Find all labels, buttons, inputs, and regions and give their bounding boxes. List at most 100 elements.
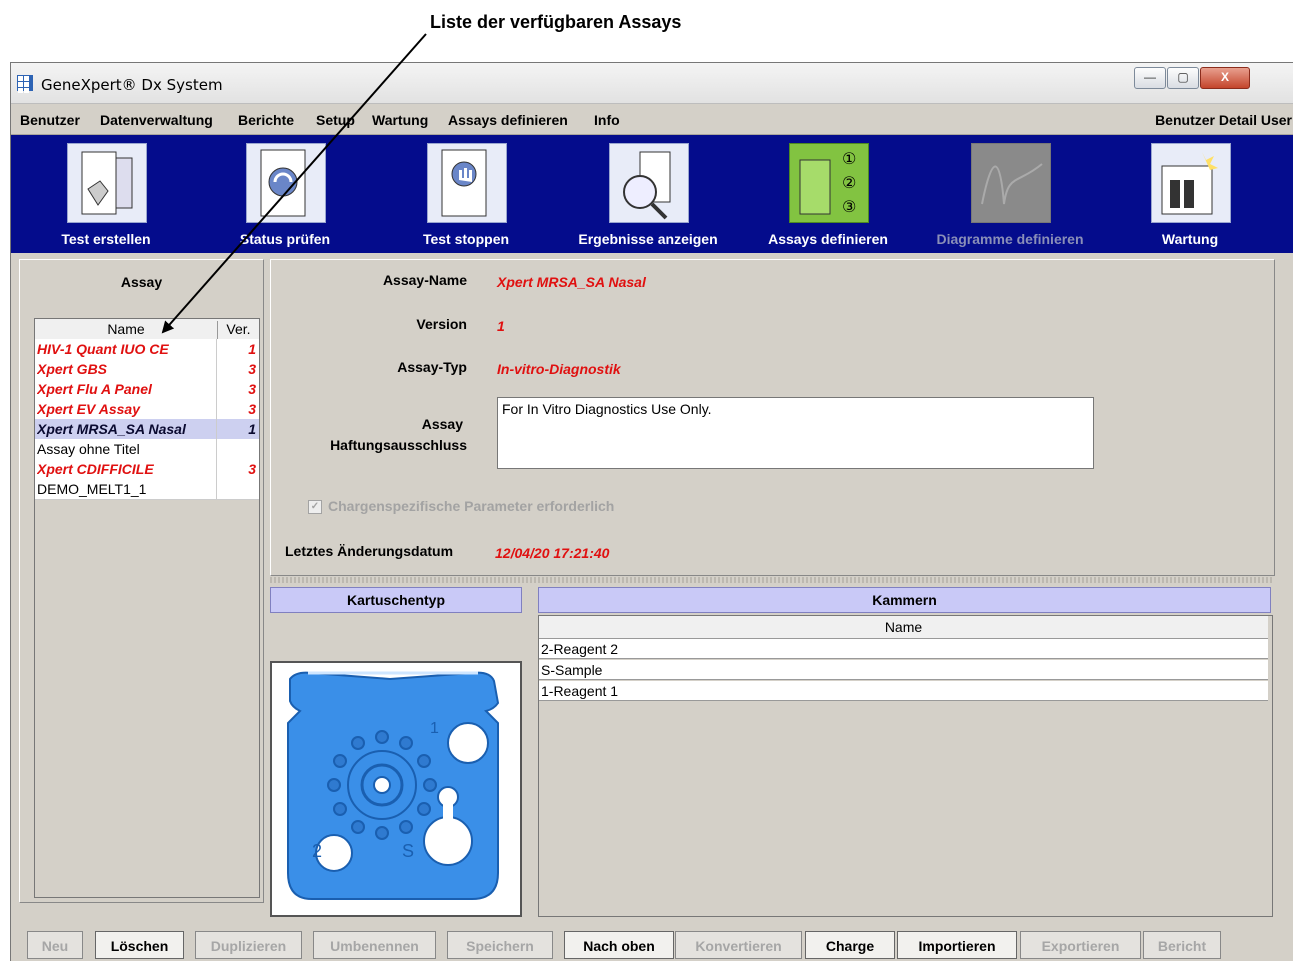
maintenance-icon (1151, 143, 1231, 223)
create-test-icon (67, 143, 147, 223)
disclaimer-textarea[interactable]: For In Vitro Diagnostics Use Only. (497, 397, 1094, 469)
version-label: Version (416, 316, 467, 332)
menu-wartung[interactable]: Wartung (372, 112, 428, 128)
assay-type-label: Assay-Typ (397, 359, 467, 375)
tool-ergebnisse-anzeigen[interactable]: Ergebnisse anzeigen (563, 135, 733, 253)
tool-label: Status prüfen (239, 231, 331, 247)
menu-info[interactable]: Info (594, 112, 620, 128)
column-header-version[interactable]: Ver. (218, 321, 259, 337)
convert-button[interactable]: Konvertieren (675, 931, 802, 959)
split-pane-divider[interactable] (270, 577, 1273, 583)
chambers-column-header[interactable]: Name (539, 616, 1268, 639)
column-header-name[interactable]: Name (35, 321, 218, 339)
batch-params-checkbox: ✓ (308, 500, 322, 515)
table-row[interactable]: S-Sample (539, 660, 1268, 680)
disclaimer-label-line2: Haftungsausschluss (330, 437, 467, 453)
tool-label: Assays definieren (768, 231, 888, 247)
tool-label: Test erstellen (61, 231, 151, 247)
define-charts-icon (971, 143, 1051, 223)
tool-assays-definieren[interactable]: ① ② ③ Assays definieren (743, 135, 913, 253)
move-up-button[interactable]: Nach oben (564, 931, 674, 959)
tool-test-stoppen[interactable]: Test stoppen (381, 135, 551, 253)
annotation-callout: Liste der verfügbaren Assays (430, 12, 682, 32)
batch-params-label: Chargenspezifische Parameter erforderlic… (328, 498, 615, 514)
menu-berichte[interactable]: Berichte (238, 112, 294, 128)
cartridge-type-header: Kartuschentyp (270, 587, 522, 613)
tool-label: Wartung (1161, 231, 1219, 247)
report-button[interactable]: Bericht (1143, 931, 1221, 959)
minimize-button[interactable]: — (1134, 67, 1166, 89)
app-window: GeneXpert® Dx System — ▢ X Benutzer Date… (10, 62, 1293, 961)
menu-benutzer[interactable]: Benutzer (20, 112, 80, 128)
assay-table[interactable]: Name Ver. HIV-1 Quant IUO CE 1 Xpert GBS 3… (34, 318, 260, 898)
delete-button[interactable]: Löschen (95, 931, 184, 959)
assay-name: DEMO_MELT1_1 (37, 481, 147, 497)
app-logo-icon (17, 75, 33, 93)
assay-name: Xpert MRSA_SA Nasal (37, 421, 186, 437)
tool-status-pruefen[interactable]: Status prüfen (200, 135, 370, 253)
tool-wartung[interactable]: Wartung (1105, 135, 1275, 253)
assay-name: HIV-1 Quant IUO CE (37, 341, 169, 357)
step-2-icon: ② (842, 173, 856, 192)
step-3-icon: ③ (842, 197, 856, 216)
tool-label: Test stoppen (422, 231, 510, 247)
view-results-icon (609, 143, 689, 223)
import-button[interactable]: Importieren (897, 931, 1017, 959)
close-button[interactable]: X (1200, 67, 1250, 89)
modified-date-value: 12/04/20 17:21:40 (495, 545, 610, 561)
stop-test-icon (427, 143, 507, 223)
version-value: 1 (497, 318, 505, 334)
assay-version: 3 (248, 461, 256, 477)
assay-name: Xpert EV Assay (37, 401, 140, 417)
assay-name: Xpert Flu A Panel (37, 381, 152, 397)
table-row[interactable]: HIV-1 Quant IUO CE 1 (35, 339, 259, 360)
maximize-button[interactable]: ▢ (1167, 67, 1199, 89)
chambers-panel: Kammern Name 2-Reagent 2 S-Sample 1-Reag… (538, 585, 1273, 917)
table-row[interactable]: Xpert Flu A Panel 3 (35, 379, 259, 400)
table-row[interactable]: Xpert CDIFFICILE 3 (35, 459, 259, 480)
table-row[interactable]: DEMO_MELT1_1 (35, 479, 259, 500)
current-user: Benutzer Detail User (1155, 112, 1292, 128)
export-button[interactable]: Exportieren (1020, 931, 1141, 959)
table-row-selected[interactable]: Xpert MRSA_SA Nasal 1 (35, 419, 259, 440)
modified-date-label: Letztes Änderungsdatum (285, 543, 454, 559)
table-row[interactable]: Assay ohne Titel (35, 439, 259, 460)
table-row[interactable]: Xpert GBS 3 (35, 359, 259, 380)
assay-name-label: Assay-Name (382, 272, 467, 288)
step-1-icon: ① (842, 149, 856, 168)
assay-name-value: Xpert MRSA_SA Nasal (497, 274, 646, 290)
chambers-table[interactable]: Name 2-Reagent 2 S-Sample 1-Reagent 1 (538, 615, 1273, 917)
assay-detail-panel: Assay-Name Xpert MRSA_SA Nasal Version 1… (270, 259, 1275, 576)
tool-label: Ergebnisse anzeigen (578, 231, 718, 247)
menu-bar: Benutzer Datenverwaltung Berichte Setup … (11, 104, 1293, 135)
assay-name: Xpert GBS (37, 361, 108, 377)
table-row[interactable]: 2-Reagent 2 (539, 639, 1268, 659)
window-title: GeneXpert® Dx System (41, 76, 223, 94)
tool-test-erstellen[interactable]: Test erstellen (21, 135, 191, 253)
assay-list-panel: Assay Name Ver. HIV-1 Quant IUO CE 1 Xper… (19, 259, 264, 903)
assay-name: Assay ohne Titel (37, 441, 140, 457)
disclaimer-label-line1: Assay (421, 416, 463, 432)
assay-version: 3 (248, 401, 256, 417)
define-assays-icon: ① ② ③ (789, 143, 869, 223)
batch-params-checkbox-row: ✓ Chargenspezifische Parameter erforderli… (308, 498, 615, 515)
batch-button[interactable]: Charge (805, 931, 895, 959)
assay-version: 1 (248, 341, 256, 357)
rename-button[interactable]: Umbenennen (313, 931, 436, 959)
tool-label: Diagramme definieren (936, 231, 1084, 247)
assay-name: Xpert CDIFFICILE (37, 461, 154, 477)
assay-table-header: Name Ver. (35, 319, 259, 340)
table-row[interactable]: Xpert EV Assay 3 (35, 399, 259, 420)
menu-setup[interactable]: Setup (316, 112, 355, 128)
duplicate-button[interactable]: Duplizieren (195, 931, 302, 959)
table-row[interactable]: 1-Reagent 1 (539, 681, 1268, 701)
tool-diagramme-definieren: Diagramme definieren (925, 135, 1095, 253)
check-status-icon (246, 143, 326, 223)
menu-datenverwaltung[interactable]: Datenverwaltung (100, 112, 213, 128)
new-button[interactable]: Neu (27, 931, 83, 959)
cartridge-panel: Kartuschentyp 1 2 S (270, 585, 522, 917)
chamber-2-label: 2 (312, 841, 322, 861)
main-toolbar: Test erstellen Status prüfen Test stoppe… (11, 135, 1293, 253)
save-button[interactable]: Speichern (447, 931, 553, 959)
menu-assays-definieren[interactable]: Assays definieren (448, 112, 568, 128)
